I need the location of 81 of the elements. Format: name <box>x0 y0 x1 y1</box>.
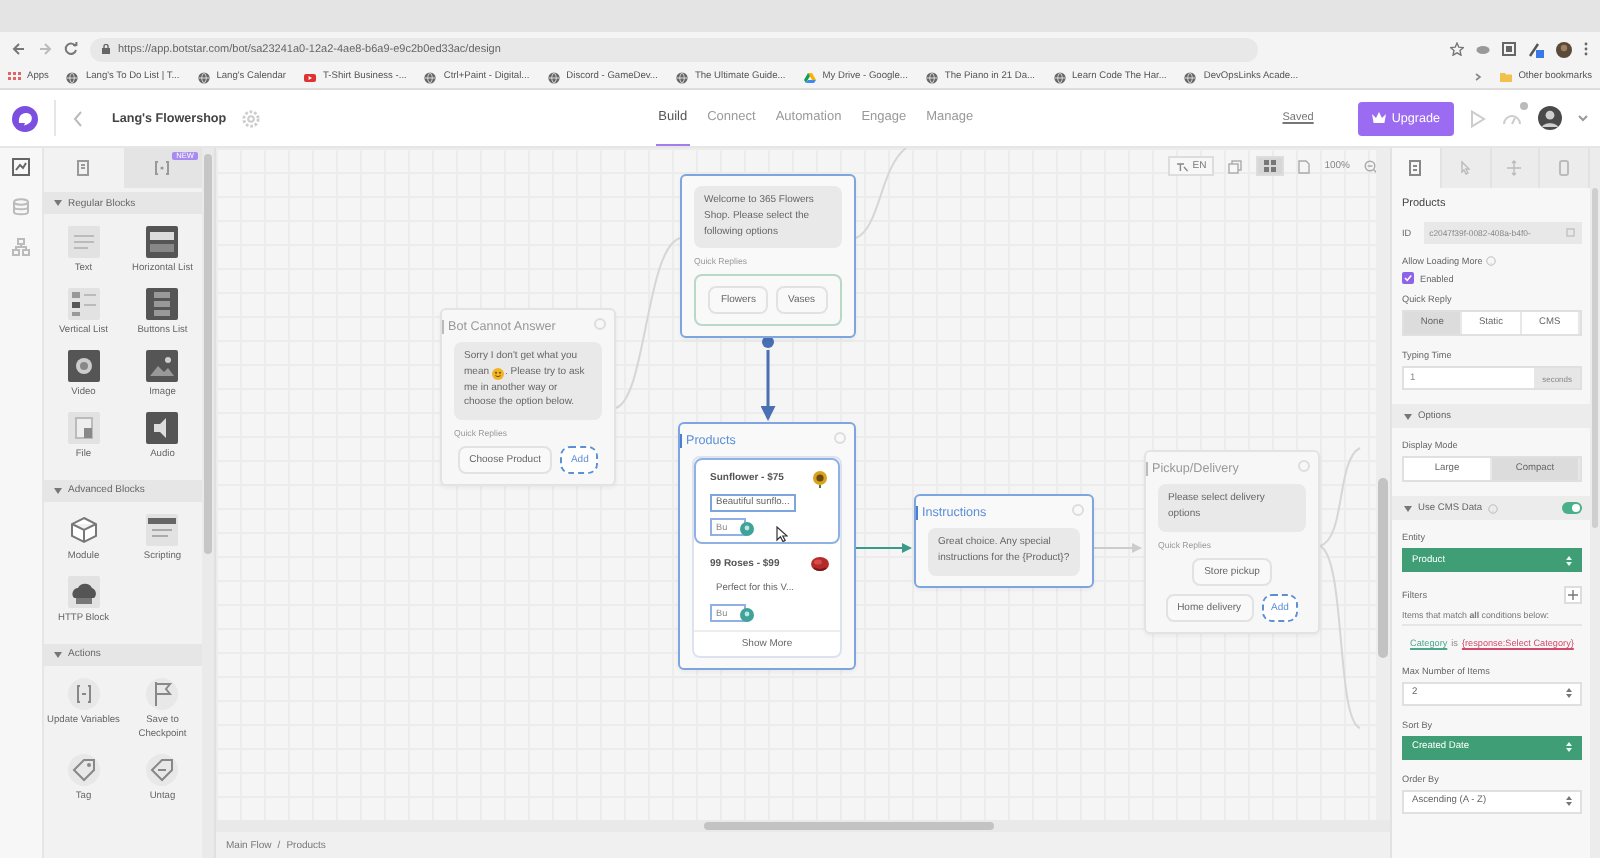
updown-icon <box>1566 742 1572 753</box>
video-block-icon <box>67 349 100 382</box>
globe-icon[interactable] <box>424 71 438 83</box>
code-icon <box>154 160 171 176</box>
connector-line <box>760 350 776 421</box>
tag-icon <box>146 753 179 786</box>
pen-icon[interactable] <box>1528 41 1544 57</box>
globe-icon[interactable] <box>197 71 211 83</box>
forward-icon[interactable] <box>38 42 52 56</box>
caret-icon[interactable] <box>1404 505 1412 511</box>
caret-icon[interactable] <box>54 487 62 494</box>
user-avatar[interactable] <box>1538 106 1562 130</box>
speaker-icon <box>146 411 179 444</box>
globe-icon[interactable] <box>925 71 939 83</box>
apps-icon[interactable] <box>8 71 21 83</box>
back-icon[interactable] <box>12 42 26 56</box>
page-icon <box>1407 160 1424 176</box>
caret-icon[interactable] <box>54 651 62 658</box>
globe-icon[interactable] <box>66 71 80 83</box>
move-icon <box>1506 160 1523 176</box>
grid-icon <box>1264 160 1277 172</box>
phone-icon <box>1556 160 1573 176</box>
cursor-icon <box>776 526 788 542</box>
cloud-icon <box>67 575 100 608</box>
updown-icon <box>1566 796 1572 807</box>
updown-icon <box>1566 688 1572 699</box>
drive-icon[interactable] <box>803 71 817 83</box>
list-block-icon <box>67 287 100 320</box>
globe-icon[interactable] <box>675 71 689 83</box>
text-block-icon <box>67 226 100 258</box>
globe-icon[interactable] <box>547 71 561 83</box>
toggle-switch[interactable] <box>1562 502 1582 514</box>
connector-line <box>855 543 912 553</box>
copy-icon[interactable] <box>1228 159 1243 173</box>
chart-icon[interactable] <box>12 158 30 176</box>
buttons-block-icon <box>146 287 179 320</box>
database-icon[interactable] <box>12 198 30 216</box>
caret-icon[interactable] <box>54 200 62 206</box>
fit-icon[interactable] <box>1298 159 1311 173</box>
notification-dot <box>1520 101 1528 109</box>
copy-icon <box>1566 228 1576 238</box>
avatar-badge-icon <box>739 608 754 622</box>
back-icon[interactable] <box>72 109 84 127</box>
scrollbar-thumb[interactable] <box>1378 478 1388 658</box>
tag-icon <box>67 753 100 786</box>
script-block-icon <box>146 513 179 546</box>
chevron-icon[interactable] <box>1474 72 1483 82</box>
image-block-icon <box>146 349 179 382</box>
pointer-icon <box>1457 160 1474 176</box>
star-icon[interactable] <box>1450 42 1464 56</box>
grid-button[interactable] <box>1256 156 1285 176</box>
globe-icon[interactable] <box>1184 71 1198 83</box>
cube-icon <box>67 513 100 546</box>
logo-icon[interactable] <box>12 105 38 131</box>
connector-line <box>855 148 907 239</box>
flag-icon <box>146 677 179 710</box>
blocks-icon <box>75 160 92 176</box>
braces-icon <box>67 677 100 710</box>
translate-icon <box>1176 161 1189 171</box>
profile-avatar-icon[interactable] <box>1556 41 1572 57</box>
avatar-badge-icon <box>739 522 754 536</box>
sitemap-icon[interactable] <box>12 238 30 256</box>
updown-icon <box>1566 555 1572 565</box>
checkbox[interactable] <box>1402 272 1414 284</box>
reload-icon[interactable] <box>64 42 78 56</box>
connector-line <box>1093 543 1142 553</box>
crown-icon <box>1371 112 1386 124</box>
panel-tab[interactable] <box>1392 148 1442 188</box>
add-filter-button[interactable] <box>1564 586 1582 604</box>
plus-icon <box>1568 590 1578 600</box>
caret-icon[interactable] <box>1578 114 1588 122</box>
play-icon[interactable] <box>304 71 318 83</box>
globe-icon[interactable] <box>1053 71 1066 83</box>
zoom-out-icon[interactable] <box>1364 159 1378 173</box>
file-block-icon <box>67 411 100 444</box>
lock-icon <box>102 44 110 54</box>
list-block-icon <box>146 226 179 258</box>
scrollbar-thumb[interactable] <box>704 822 994 830</box>
caret-icon[interactable] <box>1404 413 1412 419</box>
smiley-icon <box>491 367 504 380</box>
check-icon <box>1404 274 1412 282</box>
